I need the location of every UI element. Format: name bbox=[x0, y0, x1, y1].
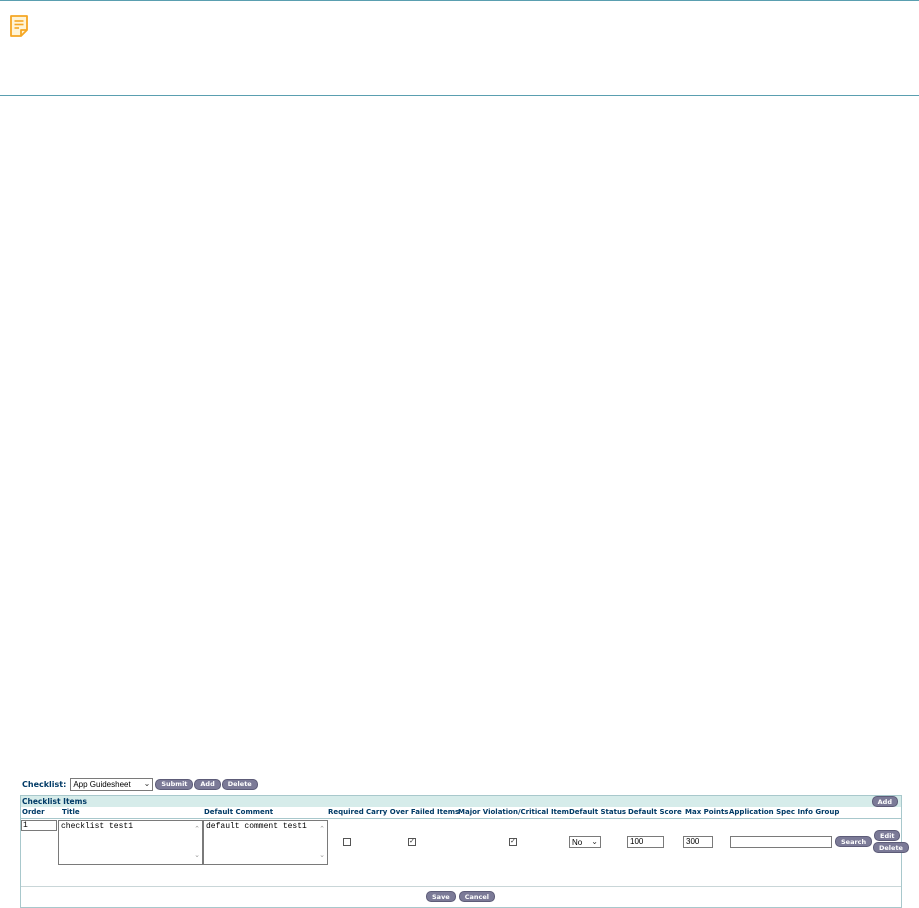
col-default-score: Default Score bbox=[628, 808, 682, 816]
checklist-items-table: Checklist Items Add Order Title Default … bbox=[20, 795, 909, 908]
title-text: checklist test1 bbox=[61, 822, 134, 831]
delete-checklist-button[interactable]: Delete bbox=[221, 778, 258, 790]
default-score-input[interactable]: 100 bbox=[627, 836, 664, 848]
default-status-select[interactable]: No ⌄ bbox=[569, 836, 601, 848]
note-icon bbox=[10, 15, 28, 37]
scroll-down-icon[interactable]: ⌄ bbox=[194, 853, 200, 860]
major-violation-checkbox[interactable]: ✓ bbox=[509, 838, 517, 846]
scroll-up-icon[interactable]: ⌃ bbox=[194, 827, 200, 834]
search-button[interactable]: Search bbox=[835, 836, 873, 847]
checklist-select[interactable]: App Guidesheet ⌄ bbox=[70, 777, 154, 791]
chevron-down-icon: ⌄ bbox=[143, 779, 151, 788]
title-textarea[interactable]: checklist test1 ⌃ ⌄ bbox=[58, 820, 203, 865]
note-banner bbox=[0, 0, 919, 96]
col-carry-over: Carry Over Failed Items bbox=[366, 808, 460, 816]
required-checkbox[interactable] bbox=[343, 838, 351, 846]
add-item-button[interactable]: Add bbox=[871, 796, 898, 807]
edit-item-button[interactable]: Edit bbox=[874, 830, 901, 841]
app-spec-input[interactable] bbox=[730, 836, 832, 848]
carry-over-checkbox[interactable]: ✓ bbox=[408, 838, 416, 846]
default-comment-text: default comment test1 bbox=[206, 822, 307, 831]
title-scrollbar[interactable]: ⌃ ⌄ bbox=[193, 827, 201, 860]
default-status-value: No bbox=[572, 837, 583, 847]
checklist-select-value: App Guidesheet bbox=[73, 779, 131, 789]
checklist-items-header: Checklist Items Add bbox=[21, 796, 901, 807]
comment-scrollbar[interactable]: ⌃ ⌄ bbox=[318, 827, 326, 860]
col-default-comment: Default Comment bbox=[204, 808, 274, 816]
col-title: Title bbox=[62, 808, 80, 816]
add-checklist-button[interactable]: Add bbox=[194, 778, 221, 790]
col-default-status: Default Status bbox=[569, 808, 627, 816]
col-max-points: Max Points bbox=[685, 808, 729, 816]
checklist-items-title: Checklist Items bbox=[22, 797, 87, 806]
scroll-down-icon[interactable]: ⌄ bbox=[319, 853, 325, 860]
scroll-up-icon[interactable]: ⌃ bbox=[319, 827, 325, 834]
submit-button[interactable]: Submit bbox=[155, 778, 194, 790]
delete-item-button[interactable]: Delete bbox=[873, 842, 909, 853]
col-required: Required bbox=[328, 808, 364, 816]
checklist-toolbar: Checklist: App Guidesheet ⌄ Submit Add D… bbox=[20, 776, 902, 792]
checklist-panel: Checklist: App Guidesheet ⌄ Submit Add D… bbox=[20, 776, 909, 908]
col-order: Order bbox=[22, 808, 45, 816]
header-divider bbox=[21, 818, 901, 819]
col-app-spec: Application Spec Info Group bbox=[729, 808, 840, 816]
col-major-violation: Major Violation/Critical Item bbox=[458, 808, 569, 816]
default-comment-textarea[interactable]: default comment test1 ⌃ ⌄ bbox=[203, 820, 328, 865]
order-input[interactable]: 1 bbox=[21, 820, 57, 831]
checklist-label: Checklist: bbox=[22, 779, 67, 789]
chevron-down-icon: ⌄ bbox=[591, 837, 598, 846]
row-divider bbox=[21, 886, 901, 887]
max-points-input[interactable]: 300 bbox=[683, 836, 713, 848]
